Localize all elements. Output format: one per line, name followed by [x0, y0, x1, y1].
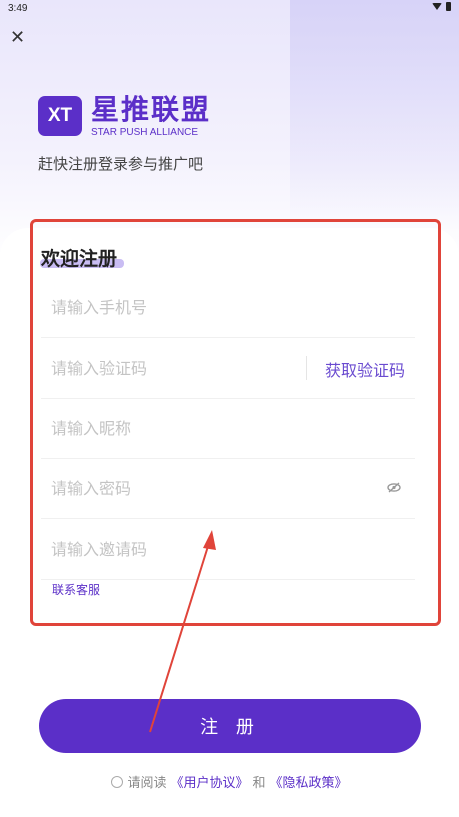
brand-name: 星推联盟 — [91, 93, 212, 126]
tagline: 赶快注册登录参与推广吧 — [38, 155, 204, 173]
radio-icon[interactable] — [111, 775, 124, 788]
register-button[interactable]: 注 册 — [39, 699, 421, 753]
status-time: 3:49 — [8, 3, 28, 14]
privacy-policy-link[interactable]: 《隐私政策》 — [270, 772, 348, 791]
logo: XT 星推联盟 STAR PUSH ALLIANCE — [38, 94, 211, 139]
agreement-and: 和 — [252, 776, 266, 791]
close-icon[interactable]: ✕ — [10, 28, 25, 48]
logo-badge: XT — [38, 96, 82, 136]
brand-english: STAR PUSH ALLIANCE — [91, 127, 199, 138]
status-bar: 3:49 — [8, 2, 451, 18]
agreement-row: 请阅读 《用户协议》 和 《隐私政策》 — [0, 772, 459, 791]
agreement-prefix: 请阅读 — [127, 776, 167, 791]
header-background — [290, 0, 459, 230]
battery-icon — [446, 2, 451, 11]
annotation-box — [30, 219, 441, 626]
page-title: 欢迎注册 — [41, 248, 118, 270]
wifi-icon — [432, 3, 442, 10]
user-agreement-link[interactable]: 《用户协议》 — [170, 772, 248, 791]
